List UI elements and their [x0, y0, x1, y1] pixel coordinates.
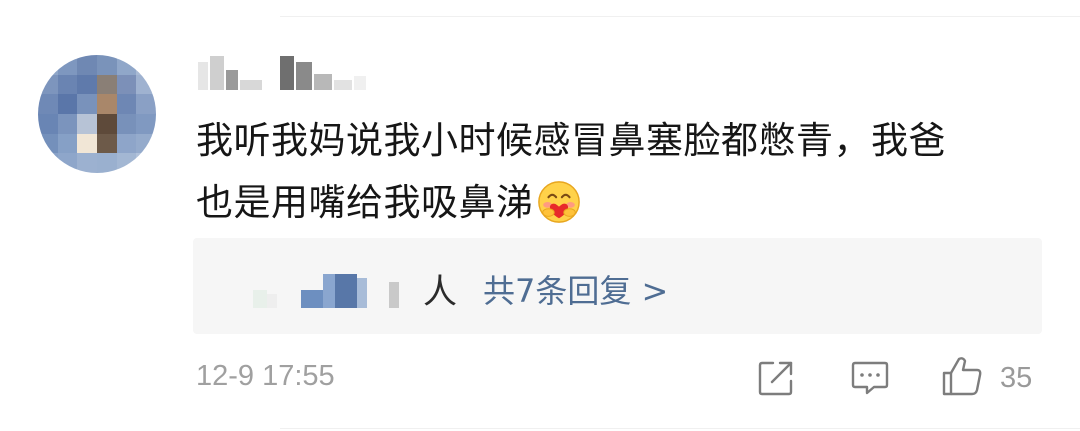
forward-icon[interactable]: [756, 358, 796, 398]
reply-people-suffix: 人: [423, 272, 457, 312]
thumbs-up-icon[interactable]: [940, 354, 984, 398]
avatar[interactable]: [38, 55, 156, 173]
view-replies-link[interactable]: 共7条回复 >: [483, 266, 668, 312]
like-count: 35: [1000, 362, 1033, 394]
hugging-heart-emoji-icon: [537, 181, 580, 223]
comment-icon[interactable]: [850, 358, 890, 398]
reply-names-blurred: [253, 274, 399, 308]
top-divider: [280, 16, 1080, 17]
comment-line-2: 也是用嘴给我吸鼻涕: [196, 172, 1056, 234]
comment-timestamp: 12-9 17:55: [196, 360, 335, 392]
comment-text: 我听我妈说我小时候感冒鼻塞脸都憋青，我爸 也是用嘴给我吸鼻涕: [196, 110, 1056, 234]
comment-line-1: 我听我妈说我小时候感冒鼻塞脸都憋青，我爸: [196, 119, 946, 162]
username-blurred[interactable]: [198, 56, 366, 90]
comment-line-2-text: 也是用嘴给我吸鼻涕: [196, 181, 534, 224]
replies-box[interactable]: 人 共7条回复 >: [193, 238, 1042, 334]
bottom-divider: [280, 428, 1080, 429]
